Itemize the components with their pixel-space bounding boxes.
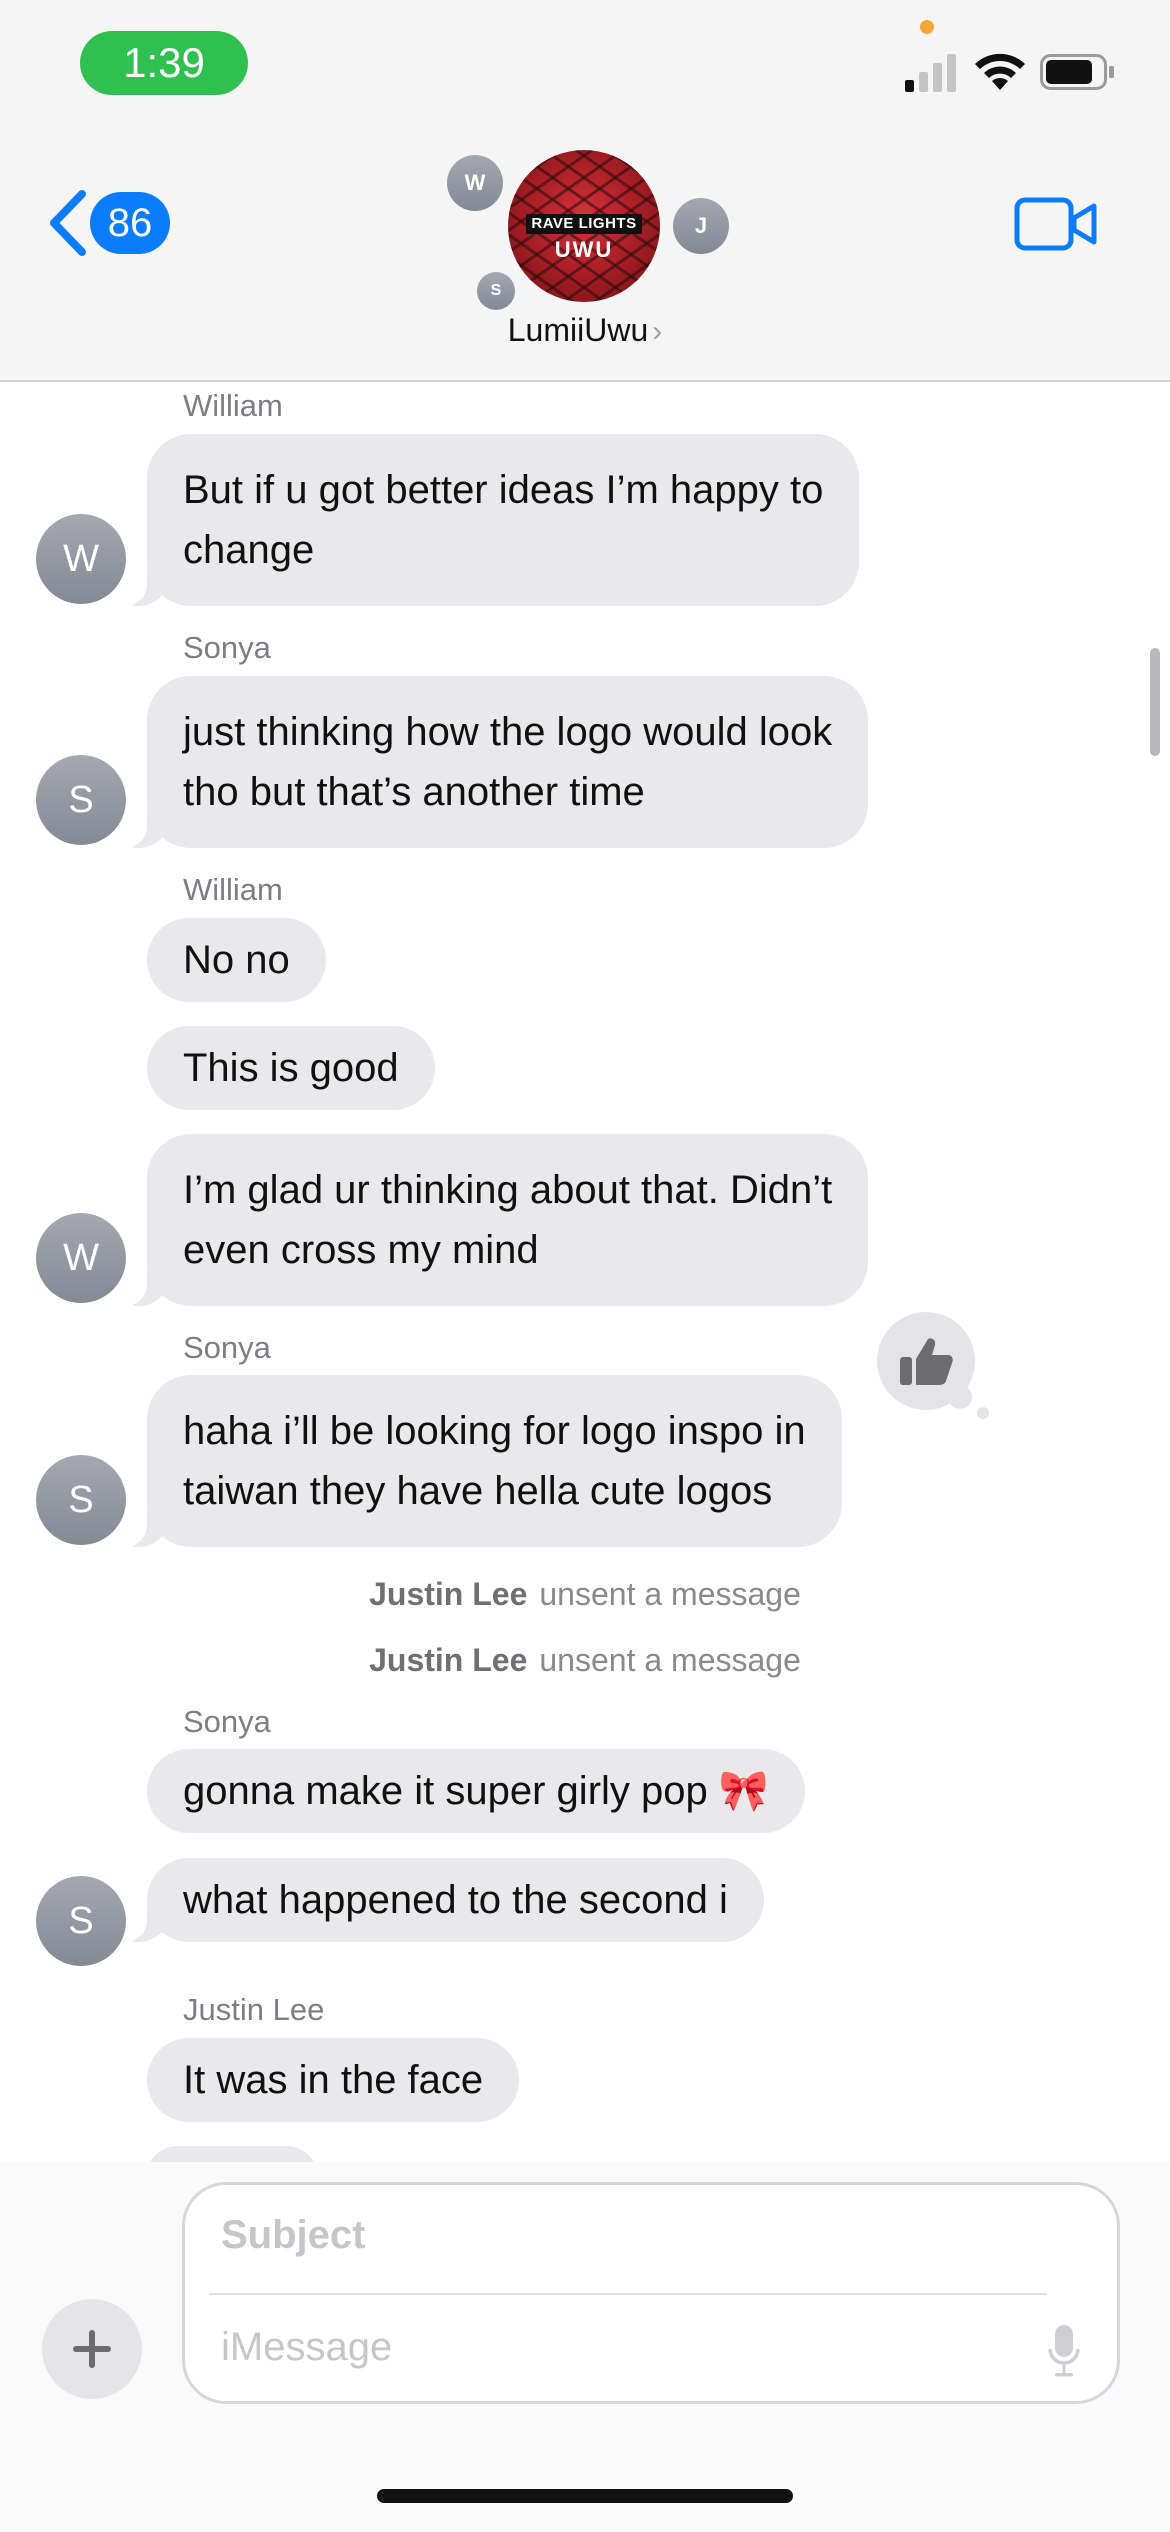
message-field[interactable]: iMessage <box>221 2325 392 2370</box>
sender-avatar[interactable]: S <box>36 1876 126 1966</box>
message-text: This is good <box>183 1046 399 1090</box>
message-text: No no <box>183 938 290 982</box>
sender-avatar[interactable]: W <box>36 514 126 604</box>
message-text-line: But if u got better ideas I’m happy to <box>183 468 824 512</box>
unsent-notice-action: unsent a message <box>539 1642 801 1678</box>
sender-name: William <box>183 388 283 423</box>
message-text: gonna make it super girly pop 🎀 <box>183 1769 769 1813</box>
message-text-line: I’m glad ur thinking about that. Didn’t <box>183 1168 833 1212</box>
battery-icon <box>1040 54 1114 90</box>
conversation-header: 1:39 86 W RAVE LIGHTS UWU J S LumiiUwu › <box>0 0 1170 382</box>
participant-avatar-s: S <box>477 272 515 310</box>
cellular-signal-icon <box>905 54 956 92</box>
message-text: what happened to the second i <box>183 1878 728 1922</box>
back-button[interactable]: 86 <box>46 186 176 260</box>
unread-count-badge: 86 <box>90 192 170 254</box>
message-bubble[interactable]: It was in the face <box>147 2038 520 2122</box>
unsent-notice-name: Justin Lee <box>369 1576 528 1612</box>
tapback-tail-dot <box>977 1407 989 1419</box>
message-text-line: haha i’ll be looking for logo inspo in <box>183 1409 806 1453</box>
sender-avatar[interactable]: S <box>36 755 126 845</box>
sender-name: William <box>183 872 283 907</box>
status-time[interactable]: 1:39 <box>80 31 248 95</box>
sender-name: Sonya <box>183 1704 271 1739</box>
subject-field[interactable]: Subject <box>221 2213 365 2258</box>
privacy-indicator-dot <box>920 20 934 34</box>
avatar-text-line1: RAVE LIGHTS <box>526 214 642 234</box>
group-name-label: LumiiUwu <box>507 312 649 348</box>
chevron-left-icon <box>50 190 86 256</box>
participant-avatar-j: J <box>673 198 729 254</box>
message-bubble[interactable]: No no <box>147 918 326 1002</box>
message-bubble[interactable]: gonna make it super girly pop 🎀 <box>147 1749 805 1833</box>
message-bubble[interactable]: just thinking how the logo would look th… <box>116 676 869 848</box>
sender-name: Sonya <box>183 630 271 665</box>
group-avatar[interactable]: RAVE LIGHTS UWU <box>508 150 660 302</box>
video-call-icon[interactable] <box>1014 196 1098 252</box>
home-indicator[interactable] <box>377 2489 793 2503</box>
message-bubble[interactable]: But if u got better ideas I’m happy to c… <box>116 434 860 606</box>
input-divider <box>209 2293 1047 2295</box>
microphone-icon[interactable] <box>1047 2323 1081 2379</box>
group-name[interactable]: LumiiUwu › <box>0 312 1170 349</box>
message-text: It was in the face <box>183 2058 484 2102</box>
sender-name: Sonya <box>183 1330 271 1365</box>
unsent-notice-action: unsent a message <box>539 1576 801 1612</box>
plus-icon <box>73 2330 111 2368</box>
message-bubble[interactable]: haha i’ll be looking for logo inspo in t… <box>117 1375 842 1547</box>
message-bubble[interactable]: what happened to the second i <box>117 1858 764 1942</box>
message-text-line: even cross my mind <box>183 1228 539 1272</box>
wifi-icon <box>975 53 1025 90</box>
scrollbar[interactable] <box>1150 648 1160 756</box>
participant-avatar-w: W <box>447 155 503 211</box>
message-text-line: tho but that’s another time <box>183 770 645 814</box>
sender-name: Justin Lee <box>183 1992 325 2027</box>
unsent-notice: Justin Lee unsent a message <box>0 1642 1170 1679</box>
sender-avatar[interactable]: S <box>36 1455 126 1545</box>
chevron-right-icon: › <box>652 315 663 348</box>
message-text-line: just thinking how the logo would look <box>183 710 833 754</box>
message-text-line: change <box>183 528 315 572</box>
thumbs-up-icon <box>900 1338 953 1385</box>
message-bubble[interactable]: This is good <box>147 1026 435 1110</box>
sender-avatar[interactable]: W <box>36 1213 126 1303</box>
avatar-text-line2: UWU <box>554 237 614 262</box>
message-bubble[interactable]: I’m glad ur thinking about that. Didn’t … <box>116 1134 869 1306</box>
unsent-notice-name: Justin Lee <box>369 1642 528 1678</box>
message-input-box[interactable]: Subject iMessage <box>182 2182 1120 2404</box>
reaction-tapback[interactable] <box>877 1312 975 1410</box>
apps-plus-button[interactable] <box>42 2299 142 2399</box>
message-text-line: taiwan they have hella cute logos <box>183 1469 773 1513</box>
unsent-notice: Justin Lee unsent a message <box>0 1576 1170 1613</box>
